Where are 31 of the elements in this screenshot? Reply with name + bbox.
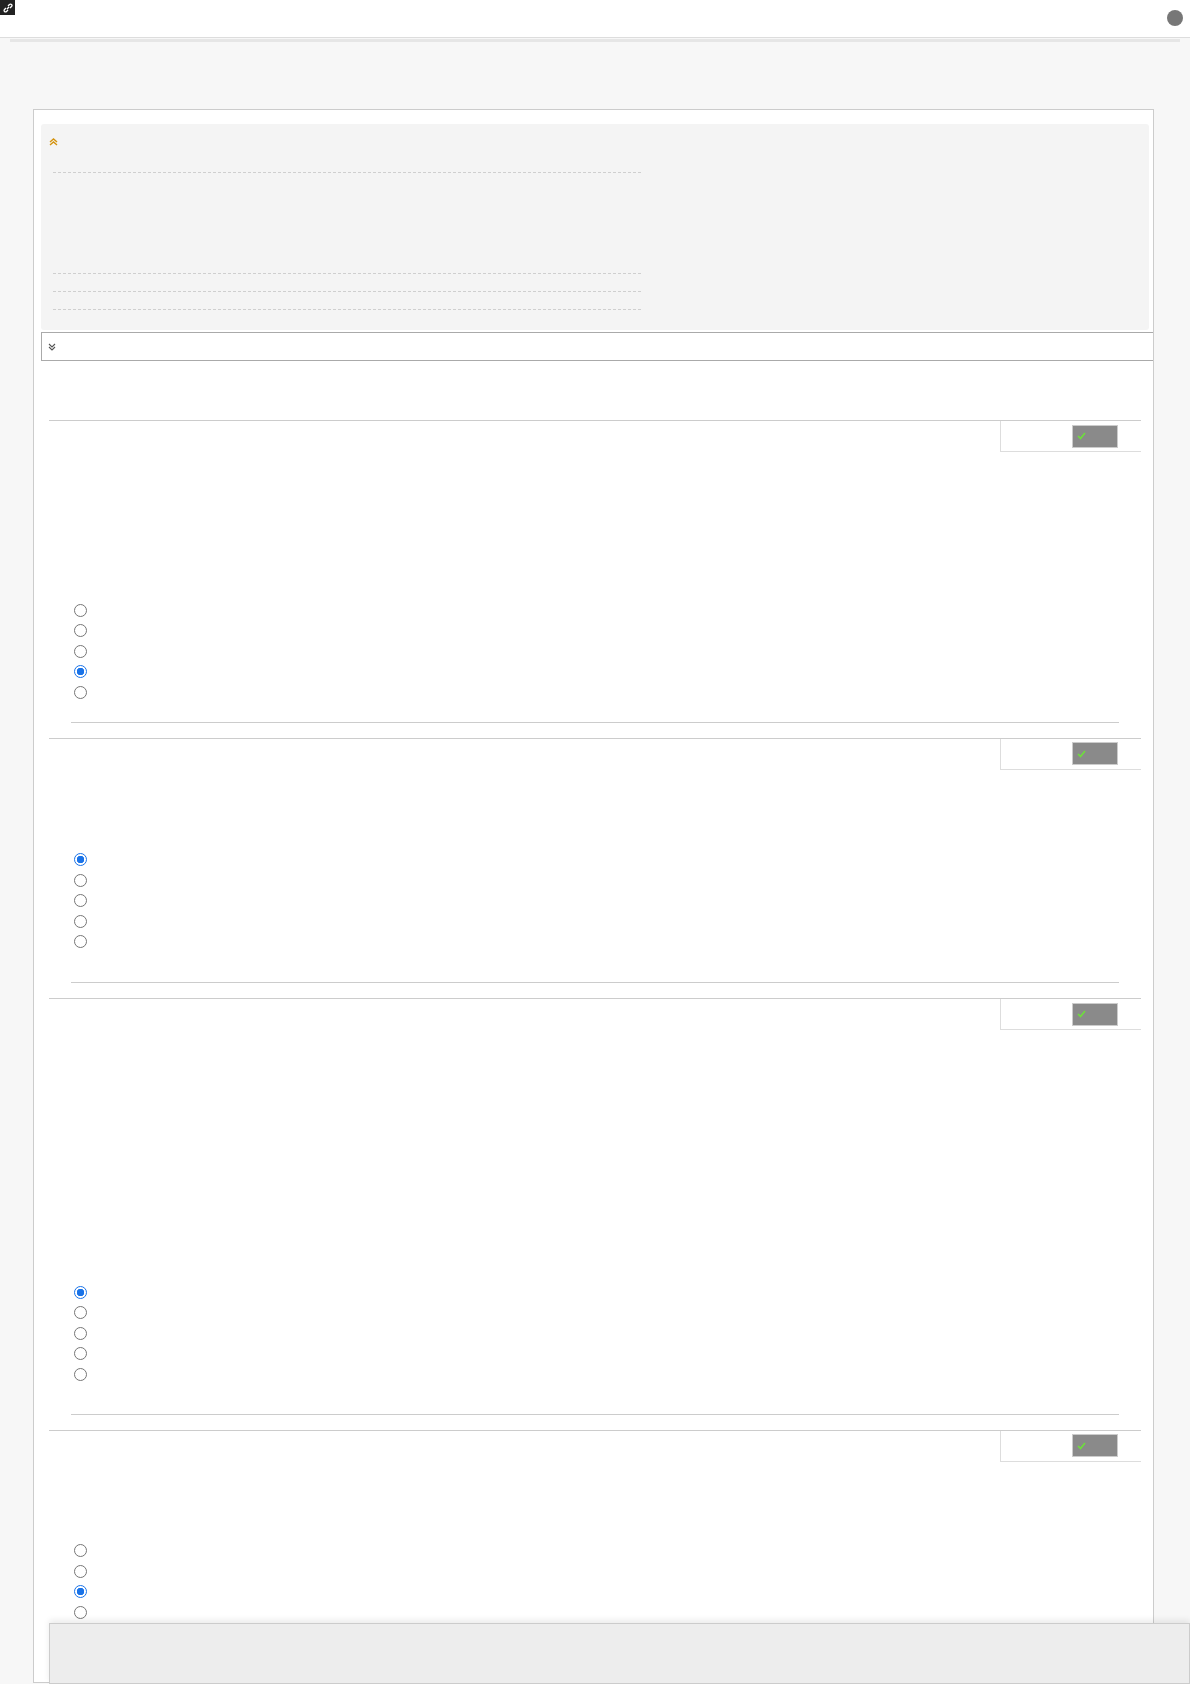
radio-button[interactable] <box>74 873 87 887</box>
check-button[interactable] <box>1072 1002 1118 1026</box>
collapse-icon[interactable] <box>49 138 58 146</box>
link-icon[interactable] <box>0 0 15 15</box>
radio-button[interactable] <box>74 1564 87 1578</box>
radio-button[interactable] <box>74 1347 87 1361</box>
check-icon <box>1077 1010 1086 1018</box>
expand-icon[interactable] <box>48 342 56 351</box>
radio-button[interactable] <box>74 685 87 699</box>
radio-button[interactable] <box>74 603 87 617</box>
radio-button[interactable] <box>74 853 87 867</box>
check-icon <box>1077 432 1086 440</box>
radio-button[interactable] <box>74 1306 87 1320</box>
radio-button[interactable] <box>74 1605 87 1619</box>
check-button[interactable] <box>1072 1434 1118 1457</box>
check-button[interactable] <box>1072 424 1118 448</box>
avatar-icon[interactable] <box>1167 10 1183 26</box>
radio-button[interactable] <box>74 1367 87 1381</box>
check-icon <box>1077 749 1086 758</box>
check-button[interactable] <box>1072 742 1118 765</box>
radio-button[interactable] <box>74 1585 87 1599</box>
radio-button[interactable] <box>74 644 87 658</box>
radio-button[interactable] <box>74 624 87 638</box>
check-icon <box>1077 1441 1086 1450</box>
radio-button[interactable] <box>74 894 87 908</box>
radio-button[interactable] <box>74 1544 87 1558</box>
radio-button[interactable] <box>74 914 87 928</box>
radio-button[interactable] <box>74 1285 87 1299</box>
radio-button[interactable] <box>74 1326 87 1340</box>
radio-button[interactable] <box>74 935 87 949</box>
radio-button[interactable] <box>74 665 87 679</box>
